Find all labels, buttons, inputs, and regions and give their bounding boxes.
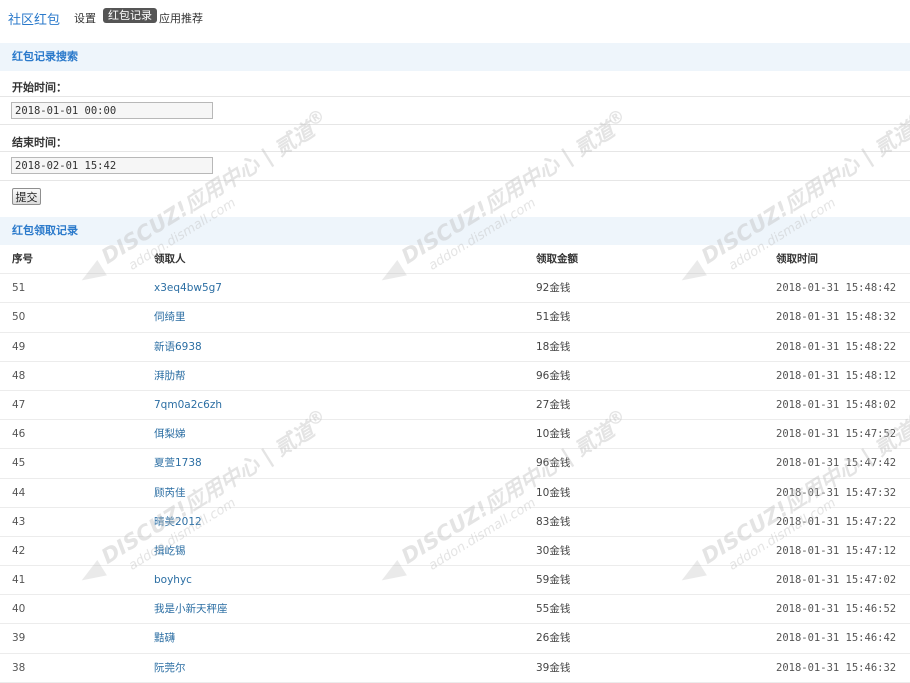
- end-time-input[interactable]: [11, 157, 213, 174]
- submit-button[interactable]: 提交: [12, 188, 41, 205]
- record-user-link[interactable]: 顾芮佳: [154, 479, 186, 507]
- table-row: 44 顾芮佳 10金钱 2018-01-31 15:47:32: [0, 479, 910, 508]
- divider: [0, 180, 910, 181]
- record-amount: 10金钱: [536, 486, 571, 499]
- records-section-header: 红包领取记录: [0, 217, 910, 245]
- table-row: 40 我是小新天秤座 55金钱 2018-01-31 15:46:52: [0, 595, 910, 625]
- record-id: 44: [12, 486, 26, 499]
- record-amount: 27金钱: [536, 398, 571, 411]
- divider: [0, 124, 910, 125]
- record-id: 42: [12, 544, 26, 557]
- record-id: 43: [12, 515, 26, 528]
- record-amount: 30金钱: [536, 544, 571, 557]
- record-id: 41: [12, 574, 26, 587]
- record-user-link[interactable]: 我是小新天秤座: [154, 595, 228, 623]
- record-time: 2018-01-31 15:48:22: [776, 340, 897, 353]
- tab-settings[interactable]: 设置: [74, 10, 96, 26]
- record-user-link[interactable]: x3eq4bw5g7: [154, 274, 222, 302]
- record-time: 2018-01-31 15:46:52: [776, 603, 897, 616]
- record-user-link[interactable]: 伺绮里: [154, 303, 186, 331]
- column-header-id: 序号: [12, 253, 33, 265]
- divider: [0, 96, 910, 97]
- top-nav: 社区红包 设置 红包记录 应用推荐: [0, 0, 910, 34]
- record-id: 47: [12, 398, 26, 411]
- record-user-link[interactable]: 7qm0a2c6zh: [154, 391, 222, 419]
- watermark-registered-mark: ®: [903, 105, 910, 132]
- column-header-time: 领取时间: [776, 253, 818, 265]
- record-amount: 51金钱: [536, 311, 571, 324]
- table-row: 47 7qm0a2c6zh 27金钱 2018-01-31 15:48:02: [0, 391, 910, 421]
- record-time: 2018-01-31 15:48:32: [776, 311, 897, 324]
- record-time: 2018-01-31 15:47:32: [776, 486, 897, 499]
- record-time: 2018-01-31 15:47:22: [776, 515, 897, 528]
- start-time-input[interactable]: [11, 102, 213, 119]
- record-time: 2018-01-31 15:47:42: [776, 457, 897, 470]
- watermark-registered-mark: ®: [603, 105, 630, 132]
- table-row: 49 新语6938 18金钱 2018-01-31 15:48:22: [0, 333, 910, 362]
- watermark-registered-mark: ®: [303, 105, 330, 132]
- record-id: 51: [12, 282, 26, 295]
- table-row: 45 夏萱1738 96金钱 2018-01-31 15:47:42: [0, 449, 910, 479]
- record-id: 50: [12, 311, 26, 324]
- tab-records[interactable]: 红包记录: [103, 8, 157, 23]
- record-time: 2018-01-31 15:48:02: [776, 398, 897, 411]
- record-amount: 10金钱: [536, 428, 571, 441]
- table-row: 46 佴梨娣 10金钱 2018-01-31 15:47:52: [0, 420, 910, 450]
- record-user-link[interactable]: 新语6938: [154, 333, 202, 361]
- end-time-label: 结束时间：: [12, 136, 67, 149]
- record-id: 48: [12, 369, 26, 382]
- divider: [0, 151, 910, 152]
- record-time: 2018-01-31 15:46:42: [776, 632, 897, 645]
- record-user-link[interactable]: boyhyc: [154, 566, 192, 594]
- column-header-amount: 领取金额: [536, 253, 578, 265]
- record-id: 45: [12, 457, 26, 470]
- record-amount: 59金钱: [536, 574, 571, 587]
- start-time-label: 开始时间：: [12, 81, 67, 94]
- search-section-title: 红包记录搜索: [12, 50, 78, 63]
- table-row: 42 揖屹锡 30金钱 2018-01-31 15:47:12: [0, 537, 910, 567]
- table-row: 38 阮莞尔 39金钱 2018-01-31 15:46:32: [0, 654, 910, 683]
- record-user-link[interactable]: 佴梨娣: [154, 420, 186, 448]
- record-user-link[interactable]: 夏萱1738: [154, 449, 202, 477]
- record-amount: 96金钱: [536, 457, 571, 470]
- table-row: 43 晴美2012 83金钱 2018-01-31 15:47:22: [0, 508, 910, 537]
- record-amount: 55金钱: [536, 603, 571, 616]
- table-row: 50 伺绮里 51金钱 2018-01-31 15:48:32: [0, 303, 910, 333]
- records-table: 序号 领取人 领取金额 领取时间 51 x3eq4bw5g7 92金钱 2018…: [0, 245, 910, 683]
- record-id: 46: [12, 428, 26, 441]
- record-user-link[interactable]: 湃肋帮: [154, 362, 186, 390]
- table-row: 41 boyhyc 59金钱 2018-01-31 15:47:02: [0, 566, 910, 596]
- record-amount: 92金钱: [536, 282, 571, 295]
- record-id: 39: [12, 632, 26, 645]
- table-header-row: 序号 领取人 领取金额 领取时间: [0, 245, 910, 275]
- record-amount: 96金钱: [536, 369, 571, 382]
- record-id: 40: [12, 603, 26, 616]
- record-time: 2018-01-31 15:48:42: [776, 282, 897, 295]
- tab-recommend[interactable]: 应用推荐: [159, 10, 203, 26]
- record-time: 2018-01-31 15:47:02: [776, 574, 897, 587]
- search-section-header: 红包记录搜索: [0, 43, 910, 71]
- record-id: 49: [12, 340, 26, 353]
- records-section-title: 红包领取记录: [12, 224, 78, 237]
- table-row: 51 x3eq4bw5g7 92金钱 2018-01-31 15:48:42: [0, 274, 910, 304]
- record-time: 2018-01-31 15:47:12: [776, 544, 897, 557]
- record-user-link[interactable]: 揖屹锡: [154, 537, 186, 565]
- table-row: 39 黠礴 26金钱 2018-01-31 15:46:42: [0, 624, 910, 654]
- record-amount: 26金钱: [536, 632, 571, 645]
- record-user-link[interactable]: 晴美2012: [154, 508, 202, 536]
- column-header-user: 领取人: [154, 253, 186, 265]
- brand-title[interactable]: 社区红包: [8, 9, 60, 28]
- table-row: 48 湃肋帮 96金钱 2018-01-31 15:48:12: [0, 362, 910, 391]
- record-time: 2018-01-31 15:47:52: [776, 428, 897, 441]
- record-time: 2018-01-31 15:48:12: [776, 369, 897, 382]
- record-user-link[interactable]: 黠礴: [154, 624, 175, 652]
- record-amount: 83金钱: [536, 515, 571, 528]
- record-amount: 18金钱: [536, 340, 571, 353]
